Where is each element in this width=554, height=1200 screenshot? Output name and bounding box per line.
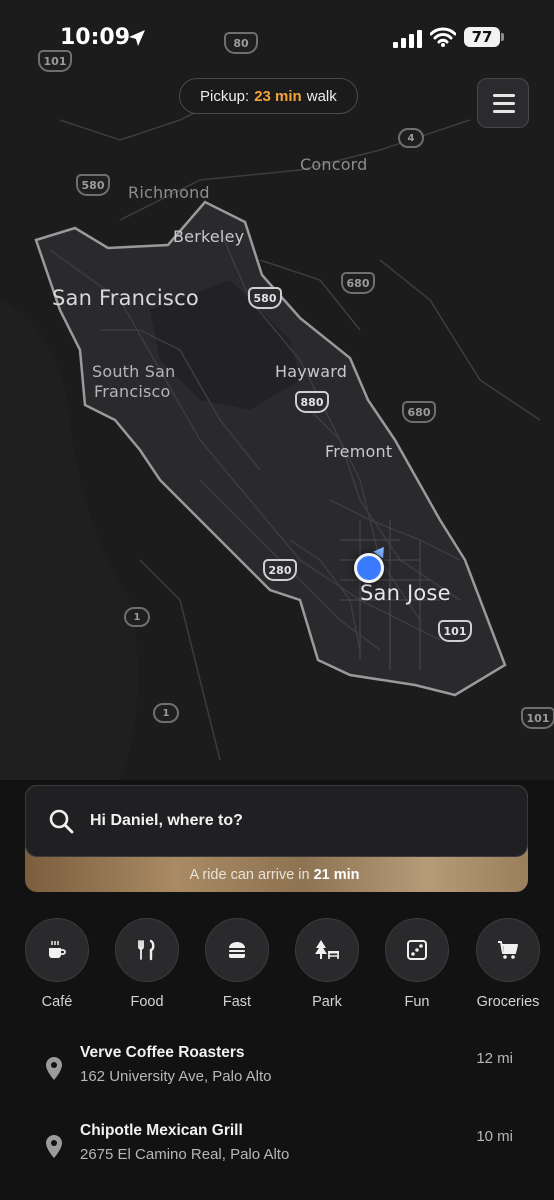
category-cafe[interactable]: Café xyxy=(17,918,97,1010)
map-pin-icon xyxy=(46,1057,62,1080)
place-address: 162 University Ave, Palo Alto xyxy=(80,1068,272,1085)
hamburger-icon xyxy=(493,94,515,97)
highway-shield: 680 xyxy=(341,272,375,294)
hamburger-icon xyxy=(493,102,515,105)
hamburger-icon xyxy=(493,110,515,113)
highway-shield: 1 xyxy=(124,607,150,627)
dice-icon xyxy=(407,940,427,960)
category-fun[interactable]: Fun xyxy=(377,918,457,1010)
category-fun-circle xyxy=(385,918,449,982)
ride-eta-banner: A ride can arrive in 21 min xyxy=(25,857,528,892)
place-address: 2675 El Camino Real, Palo Alto xyxy=(80,1146,290,1163)
menu-button[interactable] xyxy=(477,78,529,128)
category-groceries[interactable]: Groceries xyxy=(468,918,548,1010)
place-list-item[interactable]: Chipotle Mexican Grill 2675 El Camino Re… xyxy=(0,1122,554,1192)
map-label-concord: Concord xyxy=(300,155,368,174)
highway-shield: 880 xyxy=(295,391,329,413)
eta-value: 21 min xyxy=(313,866,360,883)
map-label-south-sf-line1: South San xyxy=(92,362,176,381)
map-label-fremont: Fremont xyxy=(325,442,393,461)
highway-shield: 4 xyxy=(398,128,424,148)
category-label: Café xyxy=(41,994,73,1010)
map-pin-icon xyxy=(46,1135,62,1158)
status-time: 10:09 xyxy=(60,25,131,50)
category-label: Park xyxy=(312,994,342,1010)
location-arrow-icon xyxy=(129,30,145,46)
battery-level: 77 xyxy=(464,27,500,47)
highway-shield: 680 xyxy=(402,401,436,423)
pickup-walk-pill[interactable]: Pickup: 23 min walk xyxy=(179,78,358,114)
category-label: Fun xyxy=(404,994,430,1010)
category-label: Groceries xyxy=(476,994,540,1010)
search-placeholder: Hi Daniel, where to? xyxy=(90,812,243,829)
coffee-icon xyxy=(49,941,66,958)
category-label: Fast xyxy=(222,994,252,1010)
category-park[interactable]: Park xyxy=(287,918,367,1010)
highway-shield: 580 xyxy=(248,287,282,309)
map-view[interactable]: Concord Richmond Berkeley San Francisco … xyxy=(0,0,554,780)
pickup-prefix: Pickup: xyxy=(200,87,250,105)
burger-icon xyxy=(229,942,245,958)
pickup-minutes: 23 min xyxy=(254,87,302,105)
map-label-hayward: Hayward xyxy=(275,362,348,381)
map-label-san-jose: San Jose xyxy=(360,581,451,605)
highway-shield: 280 xyxy=(263,559,297,581)
place-name: Chipotle Mexican Grill xyxy=(80,1122,243,1139)
place-list-item[interactable]: Verve Coffee Roasters 162 University Ave… xyxy=(0,1044,554,1114)
search-icon xyxy=(49,809,74,834)
search-card: Hi Daniel, where to? A ride can arrive i… xyxy=(25,785,528,892)
map-label-south-sf-line2: Francisco xyxy=(94,382,171,401)
place-name: Verve Coffee Roasters xyxy=(80,1044,245,1061)
highway-shield: 580 xyxy=(76,174,110,196)
category-label: Food xyxy=(130,994,164,1010)
category-fast-circle xyxy=(205,918,269,982)
place-distance: 10 mi xyxy=(476,1128,513,1145)
highway-shield: 1 xyxy=(153,703,179,723)
highway-shield: 101 xyxy=(438,620,472,642)
map-label-san-francisco: San Francisco xyxy=(52,286,199,310)
tree-bench-icon xyxy=(315,940,339,959)
current-location-dot[interactable] xyxy=(354,553,384,583)
category-park-circle xyxy=(295,918,359,982)
category-cafe-circle xyxy=(25,918,89,982)
pickup-suffix: walk xyxy=(306,87,337,105)
category-groceries-circle xyxy=(476,918,540,982)
status-bar: 10:09 77 xyxy=(0,0,554,70)
place-distance: 12 mi xyxy=(476,1050,513,1067)
map-canvas xyxy=(0,0,554,780)
cellular-signal-icon xyxy=(393,30,422,48)
wifi-icon xyxy=(430,27,456,47)
eta-prefix: A ride can arrive in xyxy=(189,866,310,883)
category-row: Café Food Fast Park Fun Groceries xyxy=(0,918,554,1018)
category-food-circle xyxy=(115,918,179,982)
category-food[interactable]: Food xyxy=(107,918,187,1010)
battery-tip xyxy=(501,33,504,41)
highway-shield: 101 xyxy=(521,707,554,729)
map-label-richmond: Richmond xyxy=(128,183,210,202)
battery-indicator: 77 xyxy=(464,27,504,47)
map-label-berkeley: Berkeley xyxy=(173,227,245,246)
search-input[interactable]: Hi Daniel, where to? xyxy=(25,785,528,857)
cart-icon xyxy=(498,941,518,959)
utensils-icon xyxy=(138,939,155,961)
category-fast[interactable]: Fast xyxy=(197,918,277,1010)
